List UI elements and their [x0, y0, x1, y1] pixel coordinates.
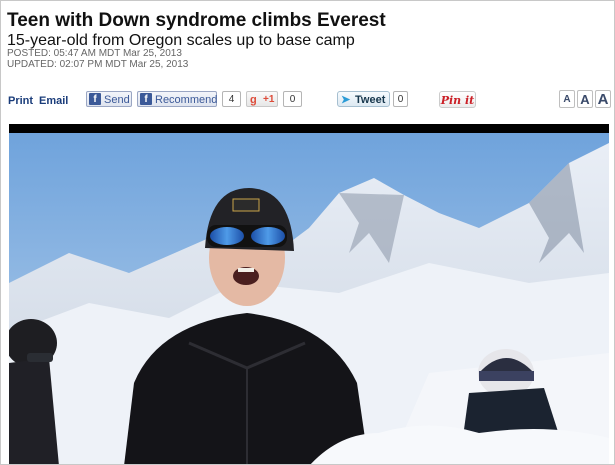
- email-link[interactable]: Email: [39, 95, 68, 107]
- tweet-count: 0: [393, 91, 408, 107]
- font-size-small-button[interactable]: A: [559, 90, 575, 108]
- updated-timestamp: UPDATED: 02:07 PM MDT Mar 25, 2013: [7, 59, 189, 70]
- pinterest-pin-label: Pin it: [440, 94, 475, 107]
- share-toolbar: Print Email f Send f Recommend 4 g +1 0 …: [1, 89, 614, 111]
- posted-timestamp: POSTED: 05:47 AM MDT Mar 25, 2013: [7, 48, 182, 59]
- facebook-icon: f: [89, 93, 101, 105]
- facebook-send-button[interactable]: f Send: [86, 91, 132, 107]
- tweet-label: Tweet: [355, 94, 386, 106]
- google-plus-count: 0: [283, 91, 302, 107]
- facebook-send-label: Send: [104, 94, 130, 106]
- font-size-large-button[interactable]: A: [595, 90, 611, 108]
- facebook-recommend-label: Recommend: [155, 94, 218, 106]
- font-size-medium-button[interactable]: A: [577, 90, 593, 108]
- facebook-recommend-button[interactable]: f Recommend: [137, 91, 217, 107]
- google-plus-label: +1: [263, 94, 275, 105]
- google-plus-icon: g: [250, 94, 257, 106]
- pinterest-pin-button[interactable]: Pin it: [439, 91, 476, 108]
- video-frame-image: [9, 133, 609, 464]
- video-player[interactable]: [9, 124, 609, 464]
- article-headline: Teen with Down syndrome climbs Everest: [7, 10, 386, 31]
- facebook-icon: f: [140, 93, 152, 105]
- print-link[interactable]: Print: [8, 95, 33, 107]
- google-plus-button[interactable]: g +1: [246, 91, 278, 107]
- twitter-bird-icon: ➤: [341, 94, 351, 106]
- tweet-button[interactable]: ➤ Tweet: [337, 91, 390, 107]
- article-page: Teen with Down syndrome climbs Everest 1…: [0, 0, 615, 465]
- facebook-count: 4: [222, 91, 241, 107]
